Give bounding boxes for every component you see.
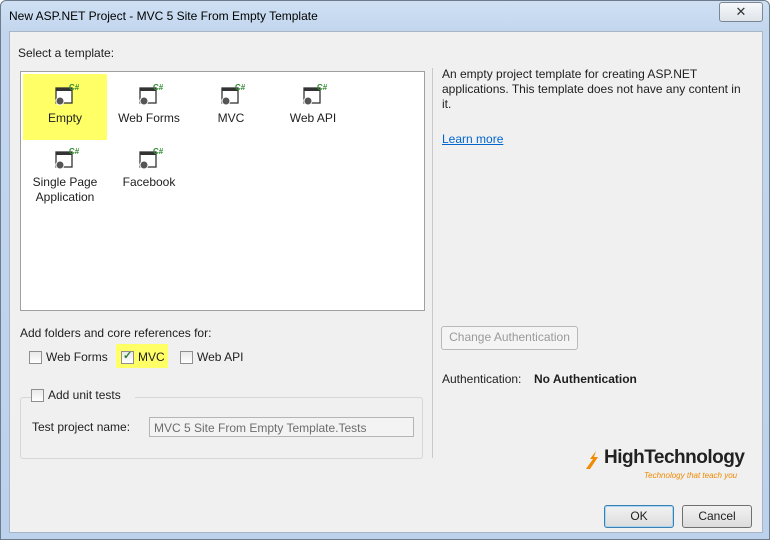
checkbox-web-api[interactable]: Web API (180, 348, 246, 366)
cancel-button[interactable]: Cancel (682, 505, 752, 528)
project-template-icon: C# (221, 83, 245, 106)
project-template-icon: C# (303, 83, 327, 106)
test-project-name-input[interactable]: MVC 5 Site From Empty Template.Tests (149, 417, 414, 437)
svg-text:C#: C# (317, 83, 327, 92)
logo-brand: HighTechnology (604, 447, 745, 468)
svg-text:C#: C# (153, 147, 163, 156)
template-web-api[interactable]: C# Web API (271, 74, 355, 140)
project-template-icon: C# (55, 83, 79, 106)
checkbox-mvc[interactable]: MVC (121, 348, 167, 366)
test-project-name-label: Test project name: (32, 420, 131, 434)
project-template-icon: C# (55, 147, 79, 170)
template-mvc[interactable]: C# MVC (189, 74, 273, 140)
checkbox-label: MVC (138, 350, 165, 364)
authentication-value: No Authentication (534, 372, 637, 386)
svg-text:C#: C# (69, 147, 79, 156)
project-template-icon: C# (139, 83, 163, 106)
template-description: An empty project template for creating A… (442, 67, 741, 111)
checkbox-label: Web Forms (46, 350, 108, 364)
window-title: New ASP.NET Project - MVC 5 Site From Em… (9, 9, 318, 23)
template-label: Single Page Application (32, 175, 98, 204)
template-facebook[interactable]: C# Facebook (107, 138, 191, 204)
dialog-body: Select a template: C# Empty C# Web Forms… (9, 31, 763, 533)
template-label: MVC (217, 111, 245, 125)
logo-tagline: Technology that teach you (644, 471, 738, 480)
checkbox-label: Web API (197, 350, 244, 364)
template-list: C# Empty C# Web Forms C# MVC C# Web API … (20, 71, 425, 311)
dialog-window: New ASP.NET Project - MVC 5 Site From Em… (0, 0, 770, 540)
authentication-label: Authentication: (442, 372, 522, 386)
close-button[interactable]: ✕ (719, 2, 763, 22)
checkbox-label: Add unit tests (48, 388, 121, 402)
svg-text:C#: C# (235, 83, 245, 92)
logo-icon (586, 451, 598, 469)
template-empty[interactable]: C# Empty (23, 74, 107, 140)
title-bar[interactable]: New ASP.NET Project - MVC 5 Site From Em… (1, 1, 769, 31)
references-heading: Add folders and core references for: (20, 326, 212, 340)
checkbox-box[interactable] (31, 389, 44, 402)
template-label: Web API (289, 111, 337, 125)
svg-text:C#: C# (153, 83, 163, 92)
template-web-forms[interactable]: C# Web Forms (107, 74, 191, 140)
project-template-icon: C# (139, 147, 163, 170)
template-label: Facebook (122, 175, 176, 189)
template-label: Empty (47, 111, 82, 125)
svg-text:C#: C# (69, 83, 79, 92)
ok-button[interactable]: OK (604, 505, 674, 528)
checkbox-add-unit-tests[interactable]: Add unit tests (31, 386, 135, 404)
checkbox-box-checked[interactable] (121, 349, 134, 364)
change-authentication-button[interactable]: Change Authentication (441, 326, 578, 350)
panel-divider (432, 68, 433, 458)
learn-more-link[interactable]: Learn more (442, 132, 503, 146)
template-label: Web Forms (118, 111, 180, 125)
hightechnology-logo: HighTechnology Technology that teach you (582, 445, 745, 485)
template-heading: Select a template: (18, 46, 115, 60)
checkbox-box[interactable] (29, 351, 42, 364)
checkbox-web-forms[interactable]: Web Forms (29, 348, 111, 366)
checkbox-box[interactable] (180, 351, 193, 364)
template-single-page-application[interactable]: C# Single Page Application (23, 138, 107, 210)
